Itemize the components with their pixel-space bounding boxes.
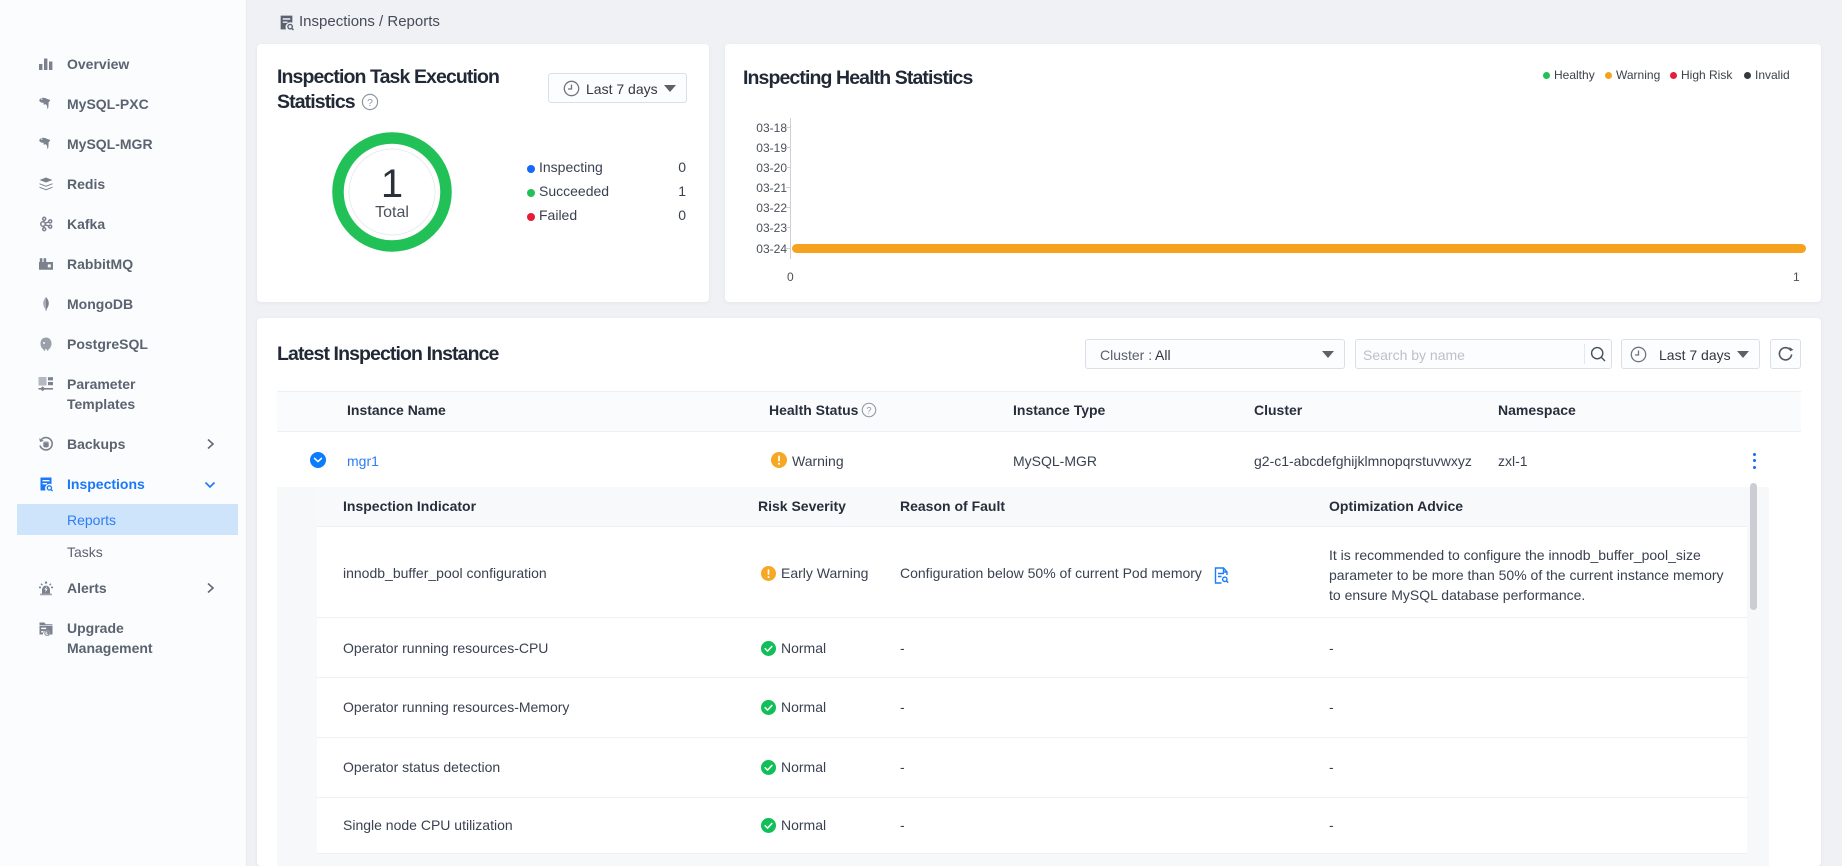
svg-text:?: ? <box>367 97 373 109</box>
svg-text:?: ? <box>866 406 871 416</box>
